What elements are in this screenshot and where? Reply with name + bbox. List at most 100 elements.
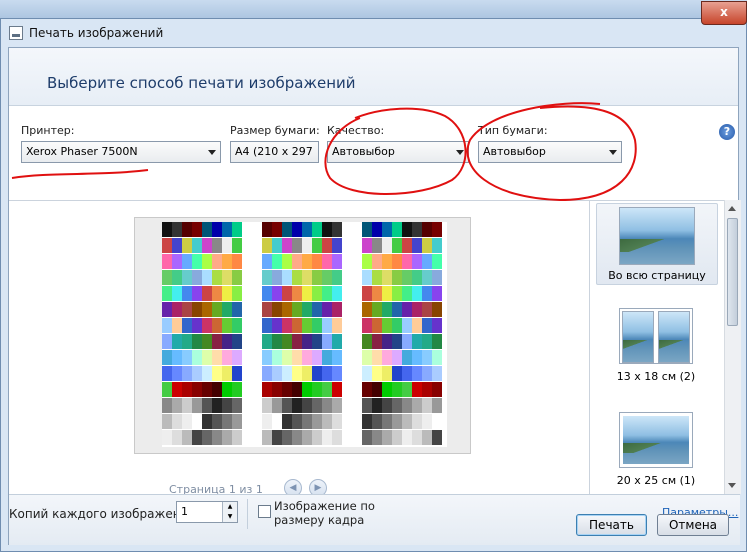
- color-swatch: [362, 270, 372, 285]
- color-swatch: [412, 286, 422, 301]
- preview-page: [162, 222, 447, 447]
- color-swatch: [412, 222, 422, 237]
- color-swatch: [322, 398, 332, 413]
- color-test-row: [362, 350, 442, 365]
- color-swatch: [302, 302, 312, 317]
- color-swatch: [202, 350, 212, 365]
- printer-select[interactable]: Xerox Phaser 7500N: [21, 141, 221, 163]
- thumbnail-photo: [623, 416, 689, 464]
- color-swatch: [172, 302, 182, 317]
- color-swatch: [212, 334, 222, 349]
- color-test-row: [362, 286, 442, 301]
- color-swatch: [312, 270, 322, 285]
- color-swatch: [292, 334, 302, 349]
- color-swatch: [412, 366, 422, 381]
- color-swatch: [222, 382, 232, 397]
- scroll-down-icon[interactable]: [728, 483, 736, 488]
- color-swatch: [322, 382, 332, 397]
- color-swatch: [382, 398, 392, 413]
- color-swatch: [372, 398, 382, 413]
- color-swatch: [412, 382, 422, 397]
- color-swatch: [432, 414, 442, 429]
- paper-type-select[interactable]: Автовыбор: [478, 141, 622, 163]
- color-swatch: [412, 430, 422, 445]
- close-button[interactable]: x: [701, 1, 747, 25]
- thumbnail-photo: [658, 311, 690, 363]
- color-test-row: [362, 302, 442, 317]
- color-swatch: [412, 254, 422, 269]
- color-swatch: [372, 334, 382, 349]
- color-swatch: [422, 222, 432, 237]
- color-swatch: [372, 286, 382, 301]
- print-button[interactable]: Печать: [576, 514, 647, 536]
- color-test-row: [362, 270, 442, 285]
- color-swatch: [162, 318, 172, 333]
- color-swatch: [312, 254, 322, 269]
- color-swatch: [422, 430, 432, 445]
- color-swatch: [222, 430, 232, 445]
- color-swatch: [392, 318, 402, 333]
- color-swatch: [372, 302, 382, 317]
- color-swatch: [182, 350, 192, 365]
- paper-size-select[interactable]: A4 (210 x 297: [230, 141, 319, 163]
- scroll-up-icon[interactable]: [728, 206, 736, 211]
- color-test-row: [162, 350, 242, 365]
- color-swatch: [332, 414, 342, 429]
- dialog-heading: Выберите способ печати изображений: [47, 74, 356, 92]
- help-icon[interactable]: ?: [719, 124, 735, 140]
- color-swatch: [162, 334, 172, 349]
- color-swatch: [272, 302, 282, 317]
- color-test-row: [262, 350, 342, 365]
- color-swatch: [162, 238, 172, 253]
- color-test-row: [362, 366, 442, 381]
- paper-type-label: Тип бумаги:: [478, 124, 548, 137]
- color-swatch: [162, 430, 172, 445]
- color-swatch: [282, 222, 292, 237]
- color-swatch: [272, 318, 282, 333]
- layout-option-13x18[interactable]: 13 x 18 см (2): [596, 308, 716, 388]
- color-swatch: [172, 238, 182, 253]
- scrollbar-thumb[interactable]: [727, 218, 738, 326]
- color-test-row: [262, 302, 342, 317]
- color-test-row: [162, 318, 242, 333]
- color-swatch: [292, 318, 302, 333]
- color-swatch: [292, 222, 302, 237]
- color-swatch: [402, 398, 412, 413]
- title-bar: Печать изображений: [1, 19, 746, 47]
- color-swatch: [222, 318, 232, 333]
- color-swatch: [272, 334, 282, 349]
- color-swatch: [272, 414, 282, 429]
- color-swatch: [302, 414, 312, 429]
- color-swatch: [392, 398, 402, 413]
- layout-option-full-page[interactable]: Во всю страницу: [596, 203, 718, 285]
- layout-option-20x25[interactable]: 20 x 25 см (1): [596, 412, 716, 492]
- color-swatch: [262, 334, 272, 349]
- color-swatch: [212, 270, 222, 285]
- color-swatch: [202, 382, 212, 397]
- color-swatch: [222, 398, 232, 413]
- color-swatch: [202, 366, 212, 381]
- color-swatch: [212, 414, 222, 429]
- color-swatch: [262, 382, 272, 397]
- stepper-up-icon[interactable]: ▲: [222, 502, 237, 512]
- color-swatch: [172, 270, 182, 285]
- color-swatch: [202, 430, 212, 445]
- color-swatch: [182, 414, 192, 429]
- printer-label: Принтер:: [21, 124, 75, 137]
- quality-select[interactable]: Автовыбор: [327, 141, 469, 163]
- layout-label: Во всю страницу: [608, 269, 706, 282]
- fit-to-frame-checkbox[interactable]: [258, 505, 271, 518]
- color-swatch: [292, 398, 302, 413]
- color-swatch: [162, 254, 172, 269]
- copies-stepper[interactable]: 1 ▲ ▼: [176, 501, 238, 523]
- color-swatch: [382, 222, 392, 237]
- color-swatch: [332, 238, 342, 253]
- cancel-button[interactable]: Отмена: [657, 514, 729, 536]
- arrow-left-icon: ◀: [289, 483, 297, 493]
- color-swatch: [262, 366, 272, 381]
- color-swatch: [422, 350, 432, 365]
- stepper-down-icon[interactable]: ▼: [222, 512, 237, 522]
- copies-label: Копий каждого изображения:: [9, 507, 200, 521]
- color-swatch: [232, 350, 242, 365]
- layout-scrollbar[interactable]: [724, 200, 741, 494]
